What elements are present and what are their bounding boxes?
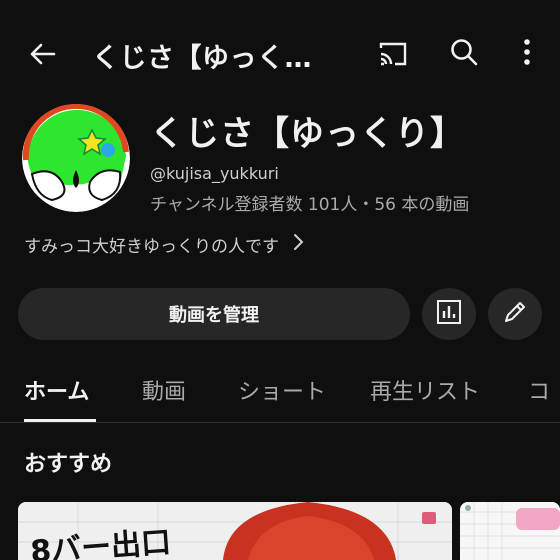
tab-shorts[interactable]: ショート [238,374,326,406]
channel-description-text: すみっコ大好きゆっくりの人です [24,237,279,257]
pencil-icon [502,299,528,329]
edit-channel-button[interactable] [488,288,542,340]
channel-stats: チャンネル登録者数 101人・56 本の動画 [150,195,470,215]
tab-videos[interactable]: 動画 [142,374,186,406]
manage-videos-button[interactable]: 動画を管理 [18,288,410,340]
video-thumbnail-2[interactable] [460,502,560,560]
chevron-right-icon [293,233,305,256]
top-app-bar: くじさ【ゆっく… [0,0,560,104]
channel-avatar[interactable] [22,104,130,212]
channel-description[interactable]: すみっコ大好きゆっくりの人です [24,232,305,257]
tab-playlists[interactable]: 再生リスト [370,374,480,406]
search-icon[interactable] [444,32,484,72]
channel-handle: @kujisa_yukkuri [150,164,279,183]
cast-icon[interactable] [372,34,414,74]
channel-tabs: ホーム 動画 ショート 再生リスト コ [0,360,560,423]
more-options-icon[interactable] [510,32,544,72]
back-arrow-icon[interactable] [22,34,62,74]
tab-home[interactable]: ホーム [24,374,89,406]
analytics-icon [436,299,462,329]
top-bar-title: くじさ【ゆっく… [92,43,312,74]
channel-name: くじさ【ゆっくり】 [150,114,465,154]
video-thumbnail[interactable]: 8バー出口 [18,502,452,560]
section-title: おすすめ [24,452,113,477]
analytics-button[interactable] [422,288,476,340]
active-tab-indicator [24,419,96,422]
tab-community[interactable]: コ [528,374,550,406]
